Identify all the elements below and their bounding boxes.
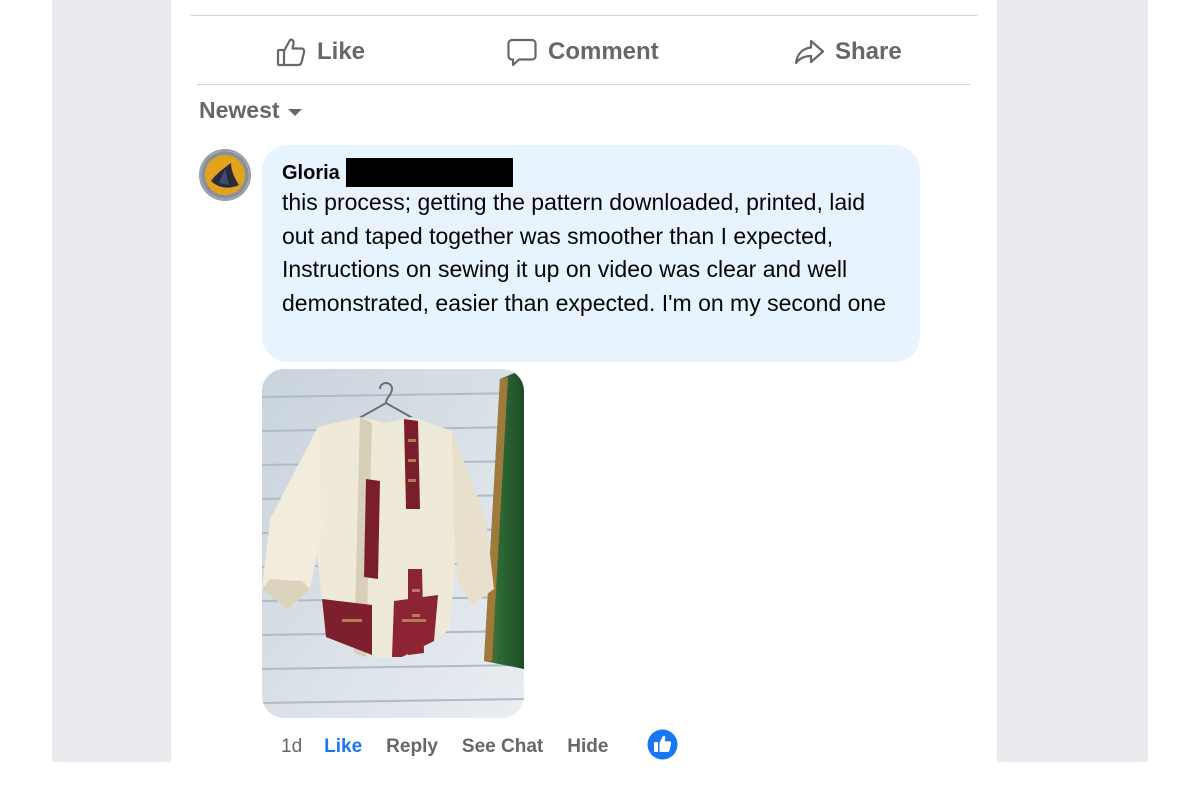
thumbs-up-outline-icon <box>276 38 306 67</box>
comment-button[interactable]: Comment <box>506 30 659 74</box>
comment-timestamp[interactable]: 1d <box>281 736 302 758</box>
comment-author[interactable]: Gloria <box>282 162 340 185</box>
comment-meta: 1d Like Reply See Chat Hide <box>281 734 632 760</box>
comment-like-link[interactable]: Like <box>324 736 362 758</box>
share-button[interactable]: Share <box>793 30 902 74</box>
comment-button-label: Comment <box>548 38 659 65</box>
avatar[interactable] <box>199 149 251 201</box>
thumbs-up-icon[interactable] <box>647 729 678 760</box>
like-button[interactable]: Like <box>275 30 365 74</box>
comment-reply-link[interactable]: Reply <box>386 736 438 758</box>
comment-photo[interactable] <box>262 369 524 718</box>
like-button-label: Like <box>317 38 366 65</box>
divider-actions <box>197 84 970 85</box>
comment-bubble: Gloria this process; getting the pattern… <box>262 145 920 362</box>
avatar-image <box>201 151 249 199</box>
comment-see-chat-link[interactable]: See Chat <box>462 736 543 758</box>
comment-text: this process; getting the pattern downlo… <box>282 189 887 316</box>
speech-bubble-icon <box>507 38 537 67</box>
caret-down-icon <box>287 108 302 116</box>
share-button-label: Share <box>835 38 902 65</box>
redacted-author-surname <box>345 157 513 187</box>
divider-top <box>191 15 977 16</box>
kimono-jacket-photo <box>262 369 524 718</box>
comment-hide-link[interactable]: Hide <box>567 736 608 758</box>
comment-sort-dropdown[interactable]: Newest <box>199 96 302 124</box>
share-arrow-icon <box>794 39 825 65</box>
sort-label: Newest <box>199 96 280 123</box>
